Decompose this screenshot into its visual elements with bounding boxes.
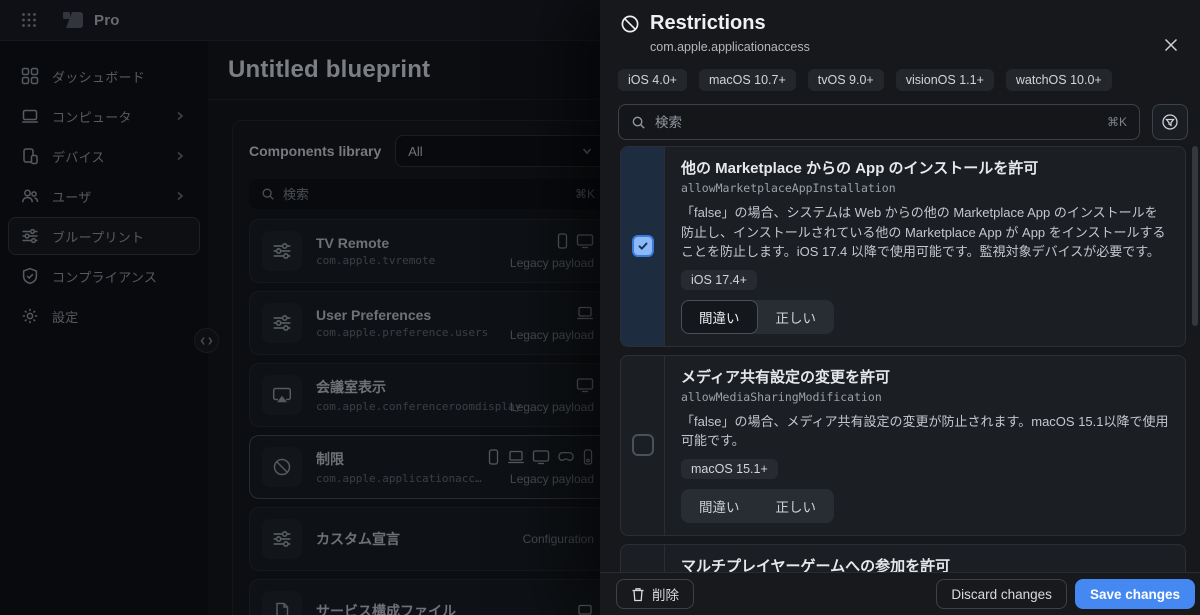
restriction-row: 他の Marketplace からの App のインストールを許可 allowM…: [620, 146, 1186, 347]
restriction-os-badge: iOS 17.4+: [681, 269, 757, 290]
modal-overlay: [0, 0, 600, 615]
restriction-key: allowMediaSharingModification: [681, 389, 882, 404]
restrictions-search-shortcut: ⌘K: [1106, 115, 1127, 129]
restriction-title: メディア共有設定の変更を許可: [681, 368, 890, 386]
delete-button-label: 削除: [652, 588, 679, 603]
save-changes-button[interactable]: Save changes: [1074, 579, 1195, 609]
drawer-subtitle: com.apple.applicationaccess: [650, 40, 810, 54]
toggle-true-option[interactable]: 正しい: [758, 300, 835, 334]
toggle-true-option[interactable]: 正しい: [758, 489, 835, 523]
prohibit-icon: [620, 14, 640, 34]
boolean-toggle: 間違い 正しい: [681, 488, 835, 523]
trash-icon: [631, 587, 645, 602]
os-badges: iOS 4.0+ macOS 10.7+ tvOS 9.0+ visionOS …: [600, 69, 1200, 91]
restriction-row: マルチプレイヤーゲームへの参加を許可 allowMultiplayerGamin…: [620, 543, 1186, 573]
discard-button-label: Discard changes: [951, 586, 1052, 602]
os-badge: visionOS 1.1+: [895, 69, 994, 91]
delete-button[interactable]: 削除: [616, 579, 694, 609]
restriction-title: マルチプレイヤーゲームへの参加を許可: [681, 557, 951, 573]
toggle-false-option[interactable]: 間違い: [681, 489, 758, 523]
restriction-description: 「false」の場合、メディア共有設定の変更が防止されます。macOS 15.1…: [681, 413, 1169, 449]
restriction-key: allowMarketplaceAppInstallation: [681, 181, 896, 195]
search-icon: [631, 115, 646, 130]
restriction-os-badge: macOS 15.1+: [681, 458, 778, 479]
restriction-title: 他の Marketplace からの App のインストールを許可: [681, 160, 1039, 177]
filter-button[interactable]: [1152, 104, 1188, 140]
drawer-footer: 削除 Discard changes Save changes: [600, 572, 1200, 615]
os-badge: macOS 10.7+: [699, 69, 796, 91]
restriction-checkbox-checked[interactable]: [631, 235, 654, 258]
drawer-title: Restrictions: [650, 12, 766, 34]
restrictions-scrollbar[interactable]: [1192, 146, 1198, 326]
os-badge: watchOS 10.0+: [1005, 69, 1112, 91]
close-icon[interactable]: [1160, 34, 1182, 56]
discard-changes-button[interactable]: Discard changes: [936, 579, 1067, 609]
save-button-label: Save changes: [1089, 586, 1180, 602]
restrictions-search[interactable]: ⌘K: [618, 104, 1140, 140]
os-badge: tvOS 9.0+: [807, 69, 884, 91]
boolean-toggle: 間違い 正しい: [681, 299, 835, 334]
restriction-description: 「false」の場合、システムは Web からの他の Marketplace A…: [681, 205, 1166, 259]
os-badge: iOS 4.0+: [618, 69, 687, 91]
restrictions-search-input[interactable]: [655, 114, 1098, 130]
restrictions-drawer: Restrictions com.apple.applicationaccess…: [600, 0, 1200, 615]
restriction-row: メディア共有設定の変更を許可 allowMediaSharingModifica…: [620, 354, 1186, 536]
toggle-false-option[interactable]: 間違い: [681, 299, 758, 334]
restrictions-list: 他の Marketplace からの App のインストールを許可 allowM…: [600, 146, 1200, 572]
drawer-header: Restrictions com.apple.applicationaccess: [600, 0, 1200, 54]
restriction-checkbox-unchecked[interactable]: [631, 434, 654, 456]
app-window: Pro ダッシュボード コンピュータ デバイス ユーザ ブループリント コンプラ…: [0, 0, 1200, 615]
